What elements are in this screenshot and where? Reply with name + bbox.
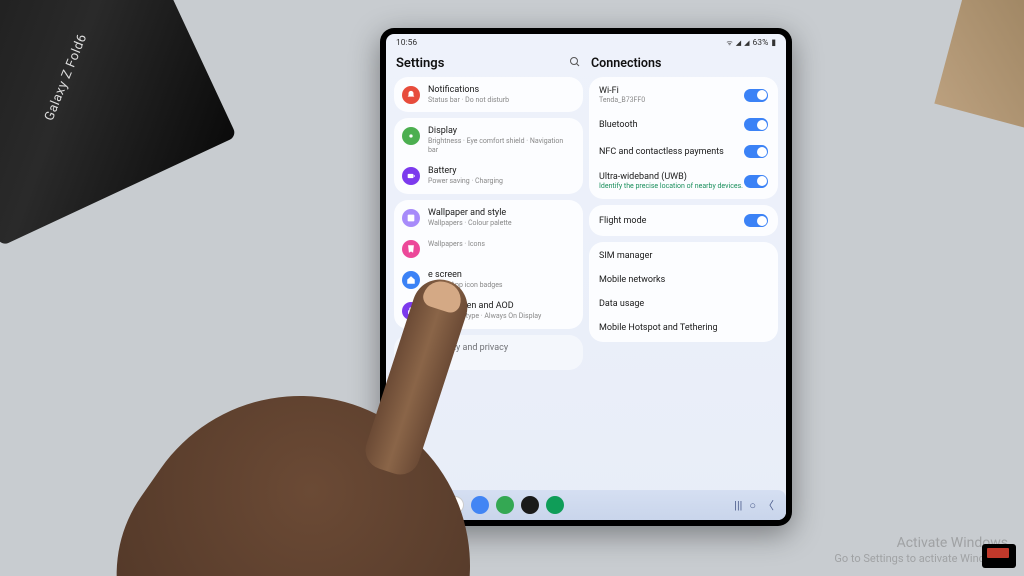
conn-nfc[interactable]: NFC and contactless payments xyxy=(589,138,778,165)
conn-title: Mobile Hotspot and Tethering xyxy=(599,323,718,333)
screen: 10:56 ᯤ ◢ ◢ 63% ▮ Settings xyxy=(386,34,786,520)
conn-data-usage[interactable]: Data usage xyxy=(589,292,778,316)
product-box xyxy=(0,0,237,246)
app-icon[interactable] xyxy=(521,496,539,514)
signal-icon: ◢ xyxy=(736,39,741,47)
conn-hotspot[interactable]: Mobile Hotspot and Tethering xyxy=(589,316,778,340)
shield-icon xyxy=(402,344,420,362)
setting-display[interactable]: Display Brightness · Eye comfort shield … xyxy=(394,120,583,160)
bluetooth-toggle[interactable] xyxy=(744,118,768,131)
setting-homescreen[interactable]: e screen ayout · App icon badges xyxy=(394,264,583,295)
setting-sub: Wallpapers · Colour palette xyxy=(428,219,575,227)
setting-title: Display xyxy=(428,126,575,136)
nav-home[interactable]: ○ xyxy=(749,499,756,512)
conn-title: Ultra-wideband (UWB) xyxy=(599,172,744,182)
setting-themes[interactable]: Wallpapers · Icons xyxy=(394,233,583,264)
setting-sub: ayout · App icon badges xyxy=(428,281,575,289)
conn-title: Bluetooth xyxy=(599,120,744,130)
signal-icon: ◢ xyxy=(744,39,749,47)
flight-toggle[interactable] xyxy=(744,214,768,227)
setting-sub: Brightness · Eye comfort shield · Naviga… xyxy=(428,137,575,154)
conn-bluetooth[interactable]: Bluetooth xyxy=(589,111,778,138)
conn-flight[interactable]: Flight mode xyxy=(589,207,778,234)
tablet-device: 10:56 ᯤ ◢ ◢ 63% ▮ Settings xyxy=(380,28,792,526)
setting-title: Notifications xyxy=(428,85,575,95)
status-bar: 10:56 ᯤ ◢ ◢ 63% ▮ xyxy=(386,34,786,52)
search-icon[interactable] xyxy=(569,56,581,71)
conn-title: NFC and contactless payments xyxy=(599,147,744,157)
conn-title: SIM manager xyxy=(599,251,652,261)
setting-security[interactable]: Security and privacy xyxy=(394,337,583,368)
status-right: ᯤ ◢ ◢ 63% ▮ xyxy=(726,38,776,48)
channel-badge xyxy=(982,544,1016,568)
setting-wallpaper[interactable]: Wallpaper and style Wallpapers · Colour … xyxy=(394,202,583,233)
conn-sub: Tenda_B73FF0 xyxy=(599,96,744,104)
setting-sub: Status bar · Do not disturb xyxy=(428,96,575,104)
status-time: 10:56 xyxy=(396,38,417,48)
setting-sub: Screen lock type · Always On Display xyxy=(428,312,575,320)
conn-uwb[interactable]: Ultra-wideband (UWB) Identify the precis… xyxy=(589,165,778,197)
setting-title: Lock screen and AOD xyxy=(428,301,575,311)
setting-title: Security and privacy xyxy=(428,343,575,353)
themes-icon xyxy=(402,240,420,258)
phone-icon[interactable] xyxy=(421,496,439,514)
battery-text: 63% xyxy=(753,38,769,48)
taskbar: ||| ○ 〈 xyxy=(386,490,786,520)
conn-title: Flight mode xyxy=(599,216,744,226)
conn-wifi[interactable]: Wi-Fi Tenda_B73FF0 xyxy=(589,79,778,111)
nav-back[interactable]: 〈 xyxy=(763,497,774,513)
setting-notifications[interactable]: Notifications Status bar · Do not distur… xyxy=(394,79,583,110)
camera-icon[interactable] xyxy=(446,496,464,514)
conn-sub: Identify the precise location of nearby … xyxy=(599,182,744,190)
wallpaper-icon xyxy=(402,209,420,227)
connections-title: Connections xyxy=(591,56,661,71)
messages-icon[interactable] xyxy=(496,496,514,514)
notifications-icon xyxy=(402,86,420,104)
home-icon xyxy=(402,271,420,289)
battery-icon xyxy=(402,167,420,185)
settings-list: Settings Notifications Status bar · Do n… xyxy=(394,52,583,486)
apps-icon[interactable] xyxy=(398,497,414,513)
wifi-toggle[interactable] xyxy=(744,89,768,102)
setting-title: Wallpaper and style xyxy=(428,208,575,218)
conn-sim[interactable]: SIM manager xyxy=(589,244,778,268)
uwb-toggle[interactable] xyxy=(744,175,768,188)
settings-title: Settings xyxy=(396,56,444,71)
setting-lockscreen[interactable]: Lock screen and AOD Screen lock type · A… xyxy=(394,295,583,326)
setting-sub: Wallpapers · Icons xyxy=(428,240,575,248)
nav-recent[interactable]: ||| xyxy=(734,499,742,512)
app-icon[interactable] xyxy=(546,496,564,514)
lock-icon xyxy=(402,302,420,320)
conn-title: Data usage xyxy=(599,299,644,309)
background-object xyxy=(934,0,1024,135)
display-icon xyxy=(402,127,420,145)
battery-icon: ▮ xyxy=(771,38,776,48)
network-icon: ᯤ xyxy=(726,39,732,48)
setting-battery[interactable]: Battery Power saving · Charging xyxy=(394,160,583,191)
conn-mobile-networks[interactable]: Mobile networks xyxy=(589,268,778,292)
setting-title: Battery xyxy=(428,166,575,176)
setting-sub: Power saving · Charging xyxy=(428,177,575,185)
conn-title: Wi-Fi xyxy=(599,86,744,96)
chrome-icon[interactable] xyxy=(471,496,489,514)
setting-title: e screen xyxy=(428,270,575,280)
connections-panel: Connections Wi-Fi Tenda_B73FF0 Bluetooth xyxy=(589,52,778,486)
nfc-toggle[interactable] xyxy=(744,145,768,158)
conn-title: Mobile networks xyxy=(599,275,665,285)
